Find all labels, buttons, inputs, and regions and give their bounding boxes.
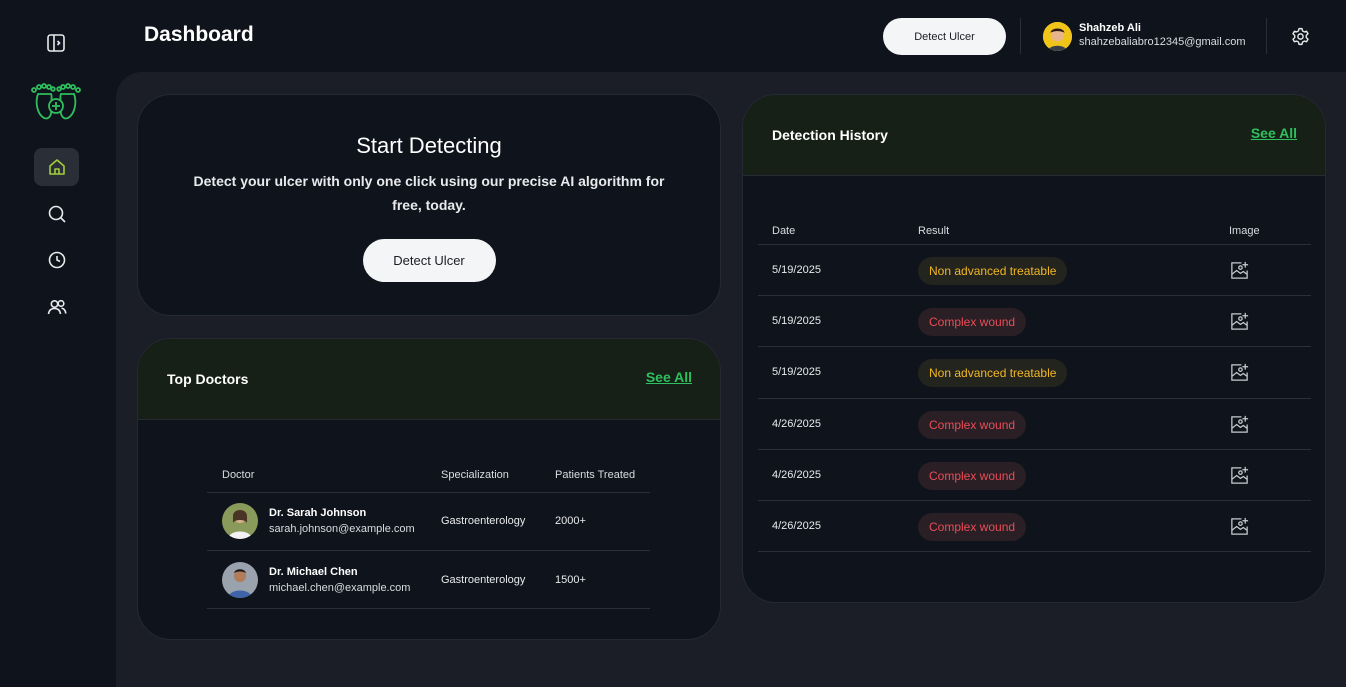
doctor-specialization: Gastroenterology	[441, 574, 526, 586]
image-add-icon[interactable]	[1229, 516, 1250, 537]
doctor-patients: 1500+	[555, 574, 586, 586]
history-date: 5/19/2025	[772, 366, 821, 378]
doctor-name: Dr. Sarah Johnson	[269, 507, 367, 519]
column-header-date: Date	[772, 225, 796, 237]
doctor-avatar	[222, 562, 258, 598]
top-header: Dashboard Detect Ulcer Shahzeb Ali shahz…	[116, 0, 1346, 72]
table-row[interactable]: 5/19/2025 Complex wound	[758, 295, 1311, 346]
table-row[interactable]: Dr. Michael Chen michael.chen@example.co…	[207, 550, 650, 609]
top-doctors-header: Top Doctors See All	[138, 339, 720, 420]
top-doctors-title: Top Doctors	[167, 371, 249, 387]
table-row[interactable]: 5/19/2025 Non advanced treatable	[758, 346, 1311, 398]
doctor-email: michael.chen@example.com	[269, 582, 411, 594]
doctor-patients: 2000+	[555, 515, 586, 527]
user-avatar-image	[1043, 22, 1072, 51]
history-date: 4/26/2025	[772, 520, 821, 532]
sidebar-item-history[interactable]	[34, 241, 79, 279]
column-header-doctor: Doctor	[222, 469, 255, 481]
image-add-icon[interactable]	[1229, 362, 1250, 383]
home-icon	[48, 159, 65, 175]
doctor-photo	[222, 562, 258, 598]
table-row[interactable]: 4/26/2025 Complex wound	[758, 449, 1311, 500]
column-header-result: Result	[918, 225, 950, 237]
detect-ulcer-button[interactable]: Detect Ulcer	[362, 239, 496, 282]
image-add-icon[interactable]	[1229, 311, 1250, 332]
doctors-see-all-link[interactable]: See All	[646, 369, 692, 385]
start-description: Detect your ulcer with only one click us…	[193, 173, 665, 213]
doctor-specialization: Gastroenterology	[441, 515, 526, 527]
table-row[interactable]: 4/26/2025 Complex wound	[758, 500, 1311, 552]
start-title: Start Detecting	[356, 133, 502, 158]
column-header-patients: Patients Treated	[555, 469, 636, 481]
doctor-name: Dr. Michael Chen	[269, 566, 358, 578]
result-badge: Complex wound	[918, 462, 1027, 490]
doctor-photo	[222, 503, 258, 539]
sidebar	[0, 0, 116, 687]
main-content: Start Detecting Detect your ulcer with o…	[116, 72, 1346, 687]
detection-history-card: Detection History See All Date Result Im…	[742, 94, 1326, 603]
history-date: 4/26/2025	[772, 469, 821, 481]
sidebar-toggle-icon[interactable]	[45, 32, 67, 54]
table-row[interactable]: Dr. Sarah Johnson sarah.johnson@example.…	[207, 492, 650, 550]
doctor-email: sarah.johnson@example.com	[269, 523, 415, 535]
history-see-all-link[interactable]: See All	[1251, 125, 1297, 141]
result-badge: Complex wound	[918, 513, 1027, 541]
header-divider	[1020, 18, 1021, 54]
image-add-icon[interactable]	[1229, 414, 1250, 435]
table-row[interactable]: 5/19/2025 Non advanced treatable	[758, 244, 1311, 295]
sidebar-item-home[interactable]	[34, 148, 79, 186]
history-date: 4/26/2025	[772, 418, 821, 430]
table-row[interactable]: 4/26/2025 Complex wound	[758, 398, 1311, 449]
page-title: Dashboard	[144, 23, 254, 46]
result-badge: Non advanced treatable	[918, 359, 1068, 387]
users-icon	[47, 299, 67, 315]
user-avatar[interactable]	[1043, 22, 1072, 51]
column-header-specialization: Specialization	[441, 469, 509, 481]
result-badge: Complex wound	[918, 411, 1027, 439]
detection-history-header: Detection History See All	[743, 95, 1325, 176]
sidebar-item-doctors[interactable]	[34, 288, 79, 326]
image-add-icon[interactable]	[1229, 465, 1250, 486]
doctor-avatar	[222, 503, 258, 539]
header-detect-ulcer-button[interactable]: Detect Ulcer	[883, 18, 1006, 55]
gear-icon[interactable]	[1290, 26, 1311, 47]
feet-logo-icon	[31, 83, 81, 120]
top-doctors-card: Top Doctors See All Doctor Specializatio…	[137, 338, 721, 640]
result-badge: Non advanced treatable	[918, 257, 1068, 285]
start-detecting-card: Start Detecting Detect your ulcer with o…	[137, 94, 721, 316]
image-add-icon[interactable]	[1229, 260, 1250, 281]
search-icon	[48, 205, 66, 223]
sidebar-item-search[interactable]	[34, 195, 79, 233]
user-email: shahzebaliabro12345@gmail.com	[1079, 36, 1246, 48]
history-date: 5/19/2025	[772, 264, 821, 276]
history-date: 5/19/2025	[772, 315, 821, 327]
result-badge: Complex wound	[918, 308, 1027, 336]
clock-icon	[48, 251, 65, 269]
header-divider	[1266, 18, 1267, 54]
detection-history-title: Detection History	[772, 127, 888, 143]
column-header-image: Image	[1229, 225, 1260, 237]
user-name: Shahzeb Ali	[1079, 22, 1141, 34]
